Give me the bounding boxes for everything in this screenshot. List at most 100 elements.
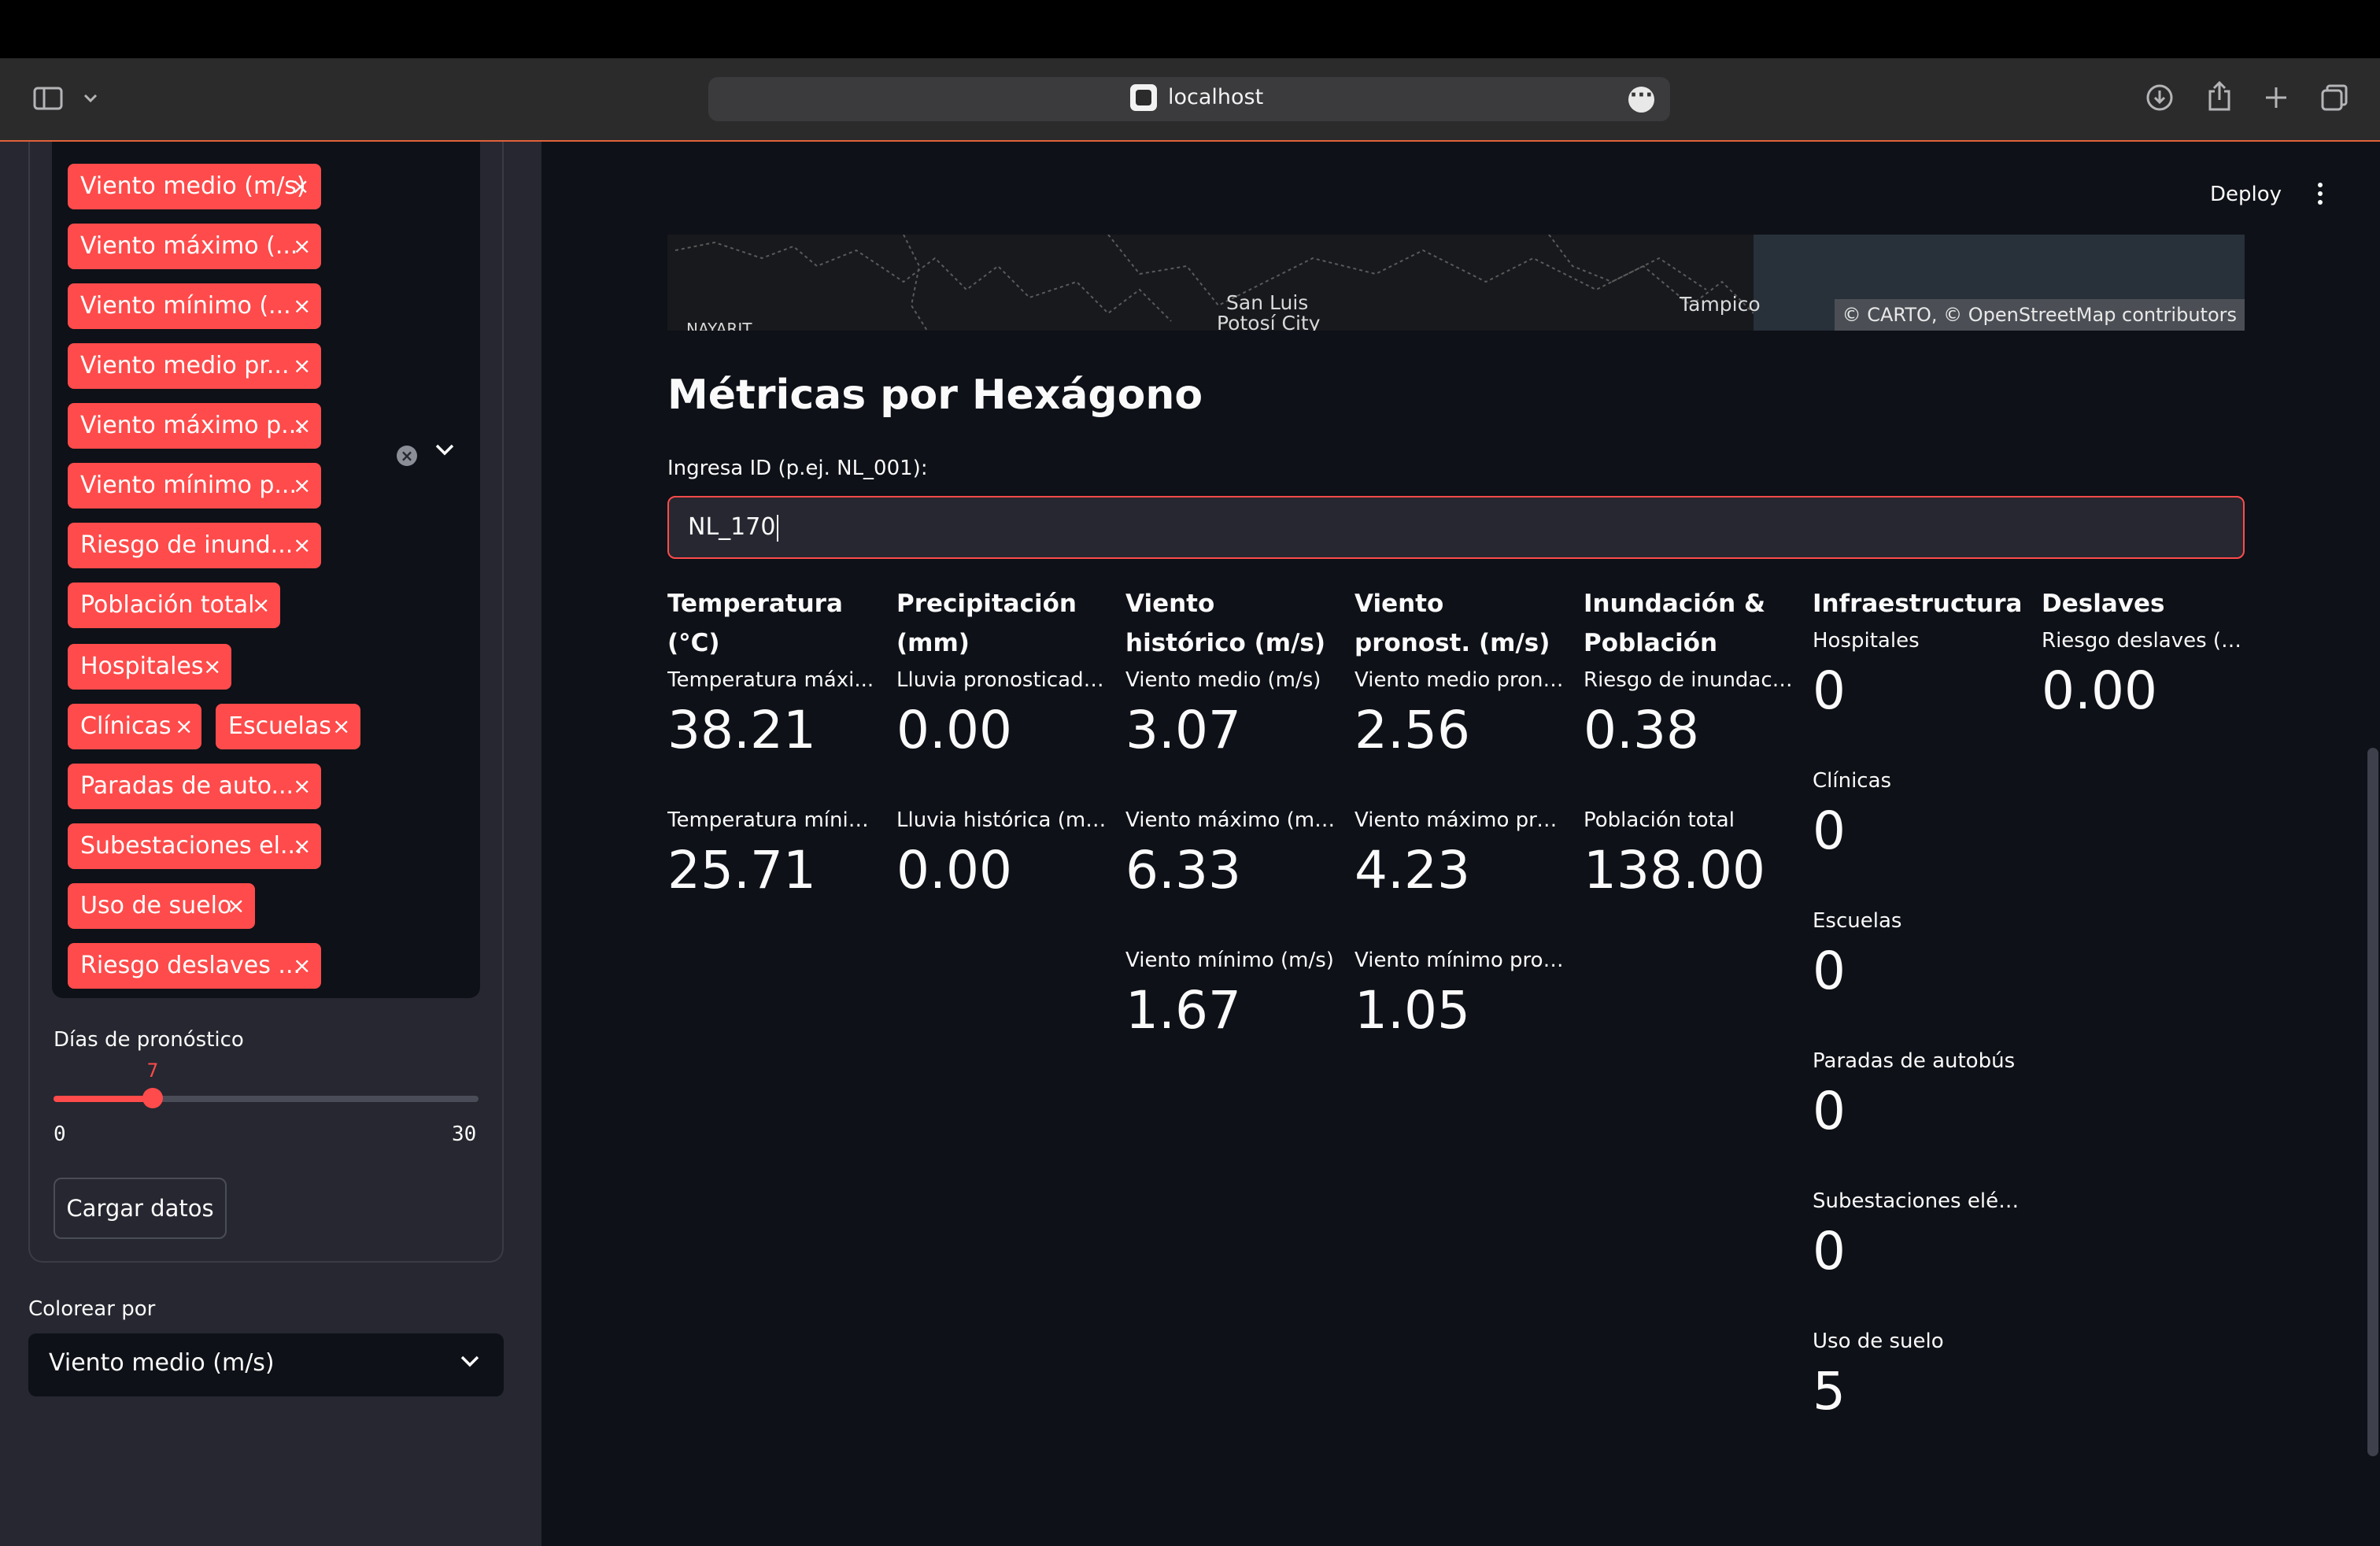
metric-value: 4.23	[1354, 840, 1470, 901]
tag-uso-suelo[interactable]: Uso de suelo ×	[68, 883, 255, 929]
close-icon[interactable]: ×	[203, 644, 221, 690]
close-icon[interactable]: ×	[175, 704, 193, 749]
close-icon[interactable]: ×	[293, 343, 311, 389]
column-title: Inundación & Población	[1584, 590, 1766, 657]
tag-viento-maximo[interactable]: Viento máximo (... ×	[68, 224, 321, 269]
tag-viento-minimo[interactable]: Viento mínimo (... ×	[68, 283, 321, 329]
column-title: Temperatura (°C)	[667, 590, 843, 657]
metric-value: 1.05	[1354, 980, 1470, 1041]
chevron-down-icon[interactable]	[79, 87, 102, 110]
close-icon[interactable]: ×	[293, 224, 311, 269]
forecast-days-slider[interactable]	[54, 1088, 479, 1108]
tag-label: Población total	[80, 591, 255, 619]
metric-label: Subestaciones eléct...	[1813, 1189, 2025, 1213]
chevron-down-icon[interactable]	[434, 442, 458, 466]
tag-escuelas[interactable]: Escuelas ×	[216, 704, 360, 749]
metric-column: Viento histórico (m/s) Viento medio (m/s)…	[1125, 584, 1338, 1085]
more-icon[interactable]: ···	[1628, 85, 1654, 113]
scrollbar[interactable]	[2367, 748, 2378, 1456]
metric-label: Viento medio (m/s)	[1125, 668, 1321, 692]
metric-value: 3.07	[1125, 700, 1241, 760]
column-title: Precipitación (mm)	[896, 590, 1077, 657]
map[interactable]: San Luis Potosí City Tampico NAYARIT © C…	[667, 235, 2245, 331]
metric-value: 0.00	[896, 700, 1012, 760]
metric-value: 0	[1813, 941, 1846, 1001]
tabs-icon[interactable]	[2319, 82, 2350, 113]
metrics-multiselect[interactable]	[52, 142, 480, 998]
tag-paradas-autobus[interactable]: Paradas de auto... ×	[68, 764, 321, 809]
sidebar-icon[interactable]	[31, 82, 65, 115]
deploy-button[interactable]: Deploy	[2210, 183, 2282, 206]
close-icon[interactable]: ×	[293, 463, 311, 509]
share-icon[interactable]	[2204, 79, 2235, 113]
close-icon[interactable]: ×	[332, 704, 350, 749]
kebab-menu-icon[interactable]	[2312, 181, 2328, 206]
metric-value: 2.56	[1354, 700, 1470, 760]
close-icon[interactable]: ×	[293, 764, 311, 809]
address-bar[interactable]: localhost ···	[708, 77, 1670, 121]
close-icon[interactable]: ×	[293, 943, 311, 989]
tag-subestaciones[interactable]: Subestaciones el... ×	[68, 823, 321, 869]
metric-value: 0	[1813, 1081, 1846, 1141]
tag-label: Hospitales	[80, 653, 204, 680]
metric: Temperatura máxi... 38.21	[667, 664, 880, 765]
metric-label: Riesgo deslaves (0–1)	[2042, 629, 2254, 653]
column-title: Viento pronost. (m/s)	[1354, 590, 1550, 657]
clear-all-icon[interactable]: ×	[397, 446, 417, 466]
load-data-button[interactable]: Cargar datos	[54, 1178, 227, 1239]
metric-value: 0	[1813, 1221, 1846, 1282]
close-icon[interactable]: ×	[293, 523, 311, 568]
metric-column: Inundación & Población Riesgo de inundaci…	[1584, 584, 1796, 945]
metric: Paradas de autobús 0	[1813, 1045, 2025, 1146]
metric-label: Uso de suelo	[1813, 1330, 1944, 1353]
map-attribution[interactable]: © CARTO, © OpenStreetMap contributors	[1834, 299, 2245, 331]
tag-viento-medio[interactable]: Viento medio (m/s) ×	[68, 164, 321, 209]
close-icon[interactable]: ×	[252, 583, 270, 628]
id-input-text: NL_170	[688, 513, 776, 541]
metric-label: Paradas de autobús	[1813, 1049, 2016, 1073]
id-input[interactable]: NL_170	[667, 496, 2245, 559]
metric-value: 5	[1813, 1361, 1846, 1422]
close-icon[interactable]: ×	[291, 164, 309, 209]
color-by-select[interactable]: Viento medio (m/s)	[28, 1333, 504, 1396]
tag-label: Escuelas	[228, 712, 331, 740]
url-text: localhost	[1168, 85, 1264, 109]
metric: Lluvia histórica (mm) 0.00	[896, 804, 1109, 905]
tag-clinicas[interactable]: Clínicas ×	[68, 704, 201, 749]
column-title: Viento histórico (m/s)	[1125, 590, 1326, 657]
metric: Viento medio prono... 2.56	[1354, 664, 1567, 765]
map-label: San Luis	[1226, 291, 1309, 314]
color-by-label: Colorear por	[28, 1297, 156, 1321]
close-icon[interactable]: ×	[293, 403, 311, 449]
metric-label: Escuelas	[1813, 909, 1902, 933]
chevron-down-icon	[460, 1354, 483, 1378]
metric: Uso de suelo 5	[1813, 1326, 2025, 1426]
metric: Población total 138.00	[1584, 804, 1796, 905]
tag-label: Viento mínimo p...	[80, 472, 297, 499]
metric-label: Temperatura mínim...	[667, 808, 880, 832]
tag-viento-maximo-pron[interactable]: Viento máximo p... ×	[68, 403, 321, 449]
metric-label: Hospitales	[1813, 629, 1920, 653]
tag-poblacion-total[interactable]: Población total ×	[68, 583, 280, 628]
slider-thumb[interactable]	[142, 1088, 163, 1108]
map-label: Tampico	[1680, 293, 1761, 316]
download-icon[interactable]	[2144, 82, 2175, 113]
close-icon[interactable]: ×	[293, 823, 311, 869]
id-input-label: Ingresa ID (p.ej. NL_001):	[667, 457, 928, 480]
slider-max: 30	[452, 1123, 477, 1146]
tag-label: Riesgo de inund...	[80, 531, 294, 559]
tag-label: Clínicas	[80, 712, 172, 740]
close-icon[interactable]: ×	[293, 283, 311, 329]
close-icon[interactable]: ×	[227, 883, 245, 929]
tag-viento-medio-pron[interactable]: Viento medio pr... ×	[68, 343, 321, 389]
slider-min: 0	[54, 1123, 66, 1146]
metric-label: Población total	[1584, 808, 1735, 832]
tag-label: Riesgo deslaves ...	[80, 952, 301, 979]
metric: Viento mínimo pron... 1.05	[1354, 945, 1567, 1045]
metric: Riesgo de inundaci... 0.38	[1584, 664, 1796, 765]
tag-riesgo-deslaves[interactable]: Riesgo deslaves ... ×	[68, 943, 321, 989]
tag-hospitales[interactable]: Hospitales ×	[68, 644, 231, 690]
tag-riesgo-inundacion[interactable]: Riesgo de inund... ×	[68, 523, 321, 568]
plus-icon[interactable]	[2260, 82, 2292, 113]
tag-viento-minimo-pron[interactable]: Viento mínimo p... ×	[68, 463, 321, 509]
